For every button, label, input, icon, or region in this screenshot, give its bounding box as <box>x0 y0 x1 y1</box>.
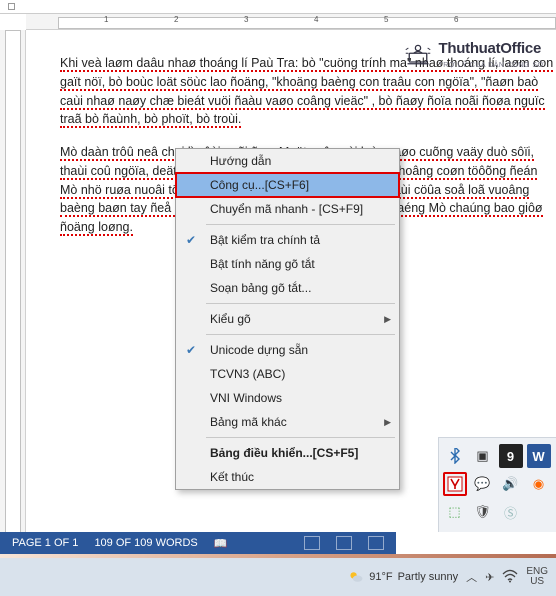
speaker-icon[interactable]: 🔊 <box>499 472 523 496</box>
view-read-icon[interactable] <box>304 536 320 550</box>
sun-cloud-icon <box>348 569 364 585</box>
menu-control-panel[interactable]: Bảng điều khiển...[CS+F5] <box>176 441 399 465</box>
view-print-icon[interactable] <box>336 536 352 550</box>
check-icon: ✔ <box>186 233 196 247</box>
menu-vni[interactable]: VNI Windows <box>176 386 399 410</box>
language-indicator[interactable]: ENGUS <box>526 567 548 588</box>
menu-shortcut-toggle[interactable]: Bật tính năng gõ tắt <box>176 252 399 276</box>
logo-text: ThuthuatOffice <box>439 38 544 61</box>
chevron-right-icon: ▶ <box>384 417 391 428</box>
wifi-icon[interactable] <box>502 569 518 586</box>
tray-empty <box>527 500 551 524</box>
proofing-icon[interactable]: 📖 <box>214 537 228 550</box>
video-icon[interactable]: ▣ <box>471 444 495 468</box>
menu-quick-convert[interactable]: Chuyển mã nhanh - [CS+F9] <box>176 197 399 221</box>
system-tray-popup: ▣ 9 W 💬 🔊 ◉ ⬚ 🛡 Ⓢ <box>438 437 556 532</box>
word-icon[interactable]: W <box>527 444 551 468</box>
menu-shortcut-edit[interactable]: Soạn bảng gõ tắt... <box>176 276 399 300</box>
nine-icon[interactable]: 9 <box>499 444 523 468</box>
shield-icon[interactable]: 🛡 <box>471 500 495 524</box>
menu-spellcheck[interactable]: ✔Bật kiểm tra chính tả <box>176 228 399 252</box>
status-words[interactable]: 109 OF 109 WORDS <box>94 537 197 549</box>
chat-icon[interactable]: 💬 <box>471 472 495 496</box>
safe-icon[interactable]: ⬚ <box>443 500 467 524</box>
menu-exit[interactable]: Kết thúc <box>176 465 399 489</box>
brand-logo: ThuthuatOffice TRỢ LÝ CỦA DÂN CÔNG SỞ <box>403 38 544 71</box>
menu-tools[interactable]: Công cụ...[CS+F6] <box>175 172 400 198</box>
skype-icon[interactable]: Ⓢ <box>499 500 523 524</box>
view-web-icon[interactable] <box>368 536 384 550</box>
menu-typing-style[interactable]: Kiểu gõ▶ <box>176 307 399 331</box>
weather-cond: Partly sunny <box>398 571 459 583</box>
check-icon: ✔ <box>186 343 196 357</box>
status-bar: PAGE 1 OF 1 109 OF 109 WORDS 📖 <box>0 532 396 554</box>
menu-unicode[interactable]: ✔Unicode dựng sẵn <box>176 338 399 362</box>
menu-tcvn[interactable]: TCVN3 (ABC) <box>176 362 399 386</box>
context-menu: Hướng dẫn Công cụ...[CS+F6] Chuyển mã nh… <box>175 148 400 490</box>
menu-other-table[interactable]: Bảng mã khác▶ <box>176 410 399 434</box>
chevron-right-icon: ▶ <box>384 314 391 325</box>
menu-guide[interactable]: Hướng dẫn <box>176 149 399 173</box>
taskbar: 91°F Partly sunny ︿ ✈ ENGUS <box>0 558 556 596</box>
bluetooth-icon[interactable] <box>443 444 467 468</box>
tab-marker <box>8 3 15 10</box>
tray-chevron-icon[interactable]: ︿ <box>466 569 477 585</box>
logo-tagline: TRỢ LÝ CỦA DÂN CÔNG SỞ <box>439 61 544 72</box>
weather-widget[interactable]: 91°F Partly sunny <box>348 569 458 585</box>
status-page[interactable]: PAGE 1 OF 1 <box>12 537 78 549</box>
laptop-user-icon <box>403 41 433 69</box>
horizontal-ruler: 1 2 3 4 5 6 <box>26 14 556 30</box>
vertical-ruler <box>0 30 26 572</box>
avast-icon[interactable]: ◉ <box>527 472 551 496</box>
weather-temp: 91°F <box>369 571 392 583</box>
send-icon[interactable]: ✈ <box>485 571 494 584</box>
unikey-icon[interactable] <box>443 472 467 496</box>
